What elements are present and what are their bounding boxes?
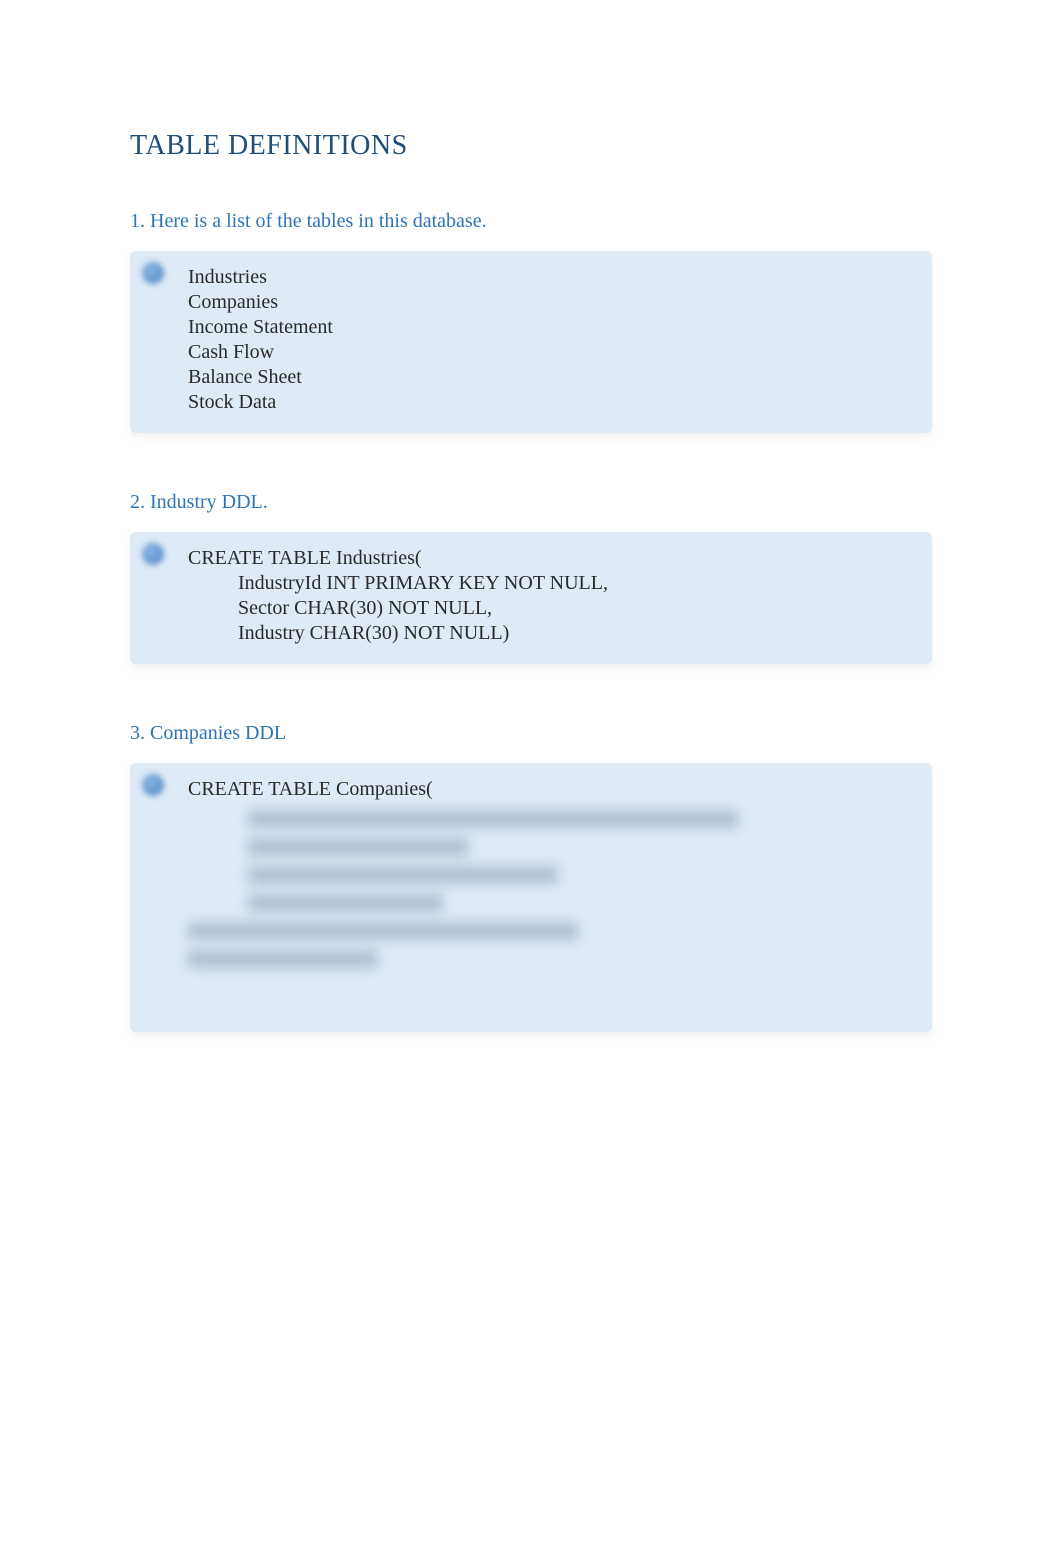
blurred-line [248, 866, 558, 884]
section-2-heading: 2. Industry DDL. [130, 491, 932, 514]
blurred-preview-content [188, 810, 914, 968]
section-3-heading: 3. Companies DDL [130, 722, 932, 745]
bullet-icon [142, 774, 164, 796]
section-1-heading: 1. Here is a list of the tables in this … [130, 210, 932, 233]
code-block-companies-ddl: CREATE TABLE Companies( [130, 763, 932, 1032]
page-title: TABLE DEFINITIONS [130, 130, 932, 162]
code-content-tables: Industries Companies Income Statement Ca… [188, 265, 914, 415]
blurred-line [248, 838, 468, 856]
bullet-icon [142, 262, 164, 284]
bullet-icon [142, 543, 164, 565]
blurred-line [248, 894, 443, 912]
code-content-industry: CREATE TABLE Industries( IndustryId INT … [188, 546, 914, 646]
code-block-tables-list: Industries Companies Income Statement Ca… [130, 251, 932, 433]
code-block-industry-ddl: CREATE TABLE Industries( IndustryId INT … [130, 532, 932, 664]
blurred-line [188, 922, 578, 940]
blurred-line [248, 810, 738, 828]
code-content-companies-visible: CREATE TABLE Companies( [188, 777, 914, 802]
blurred-line [188, 950, 378, 968]
